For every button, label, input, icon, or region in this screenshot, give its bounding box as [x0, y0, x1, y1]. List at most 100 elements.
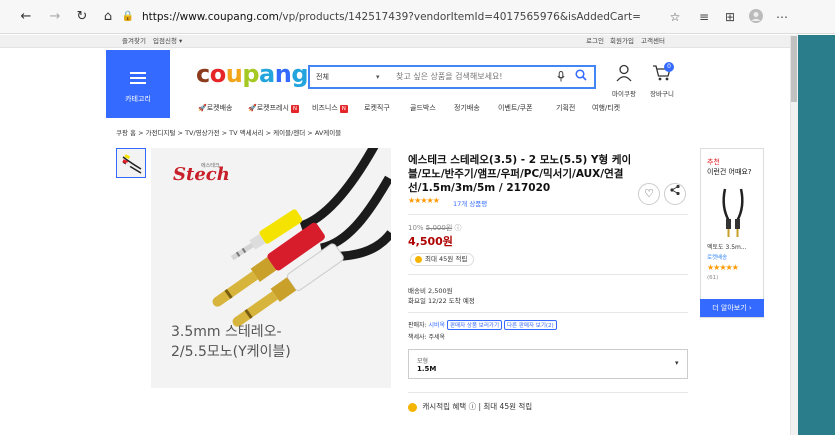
- divider: [408, 392, 688, 393]
- collections-icon[interactable]: ⊞: [722, 9, 738, 25]
- other-sellers-button[interactable]: 다른 판매자 보기(2): [503, 320, 557, 330]
- original-price: 5,000원: [425, 224, 453, 232]
- logo-letter: o: [209, 60, 227, 88]
- product-title: 에스테크 스테레오(3.5) - 2 모노(5.5) Y형 케이블/모노/반주기…: [408, 154, 632, 194]
- gnb-item[interactable]: 비즈니스 N: [312, 103, 348, 113]
- review-count-link[interactable]: 17개 상품평: [453, 198, 487, 208]
- gnb-item[interactable]: 이벤트/쿠폰: [498, 103, 533, 113]
- rec-review-count: (61): [707, 275, 719, 281]
- favorites-list-icon[interactable]: ≡: [696, 9, 712, 25]
- option-select[interactable]: 모형 1.5M ▾: [408, 349, 688, 379]
- scrollbar-thumb[interactable]: [791, 36, 797, 102]
- rec-product-name[interactable]: 엑토도 3.5m...: [707, 242, 747, 251]
- cart-button[interactable]: 장바구니: [642, 64, 682, 98]
- gnb-item-label: 이벤트/쿠폰: [498, 104, 533, 112]
- refresh-icon[interactable]: ↻: [74, 9, 90, 25]
- logo-letter: a: [259, 60, 275, 88]
- mycoupang-label: 마이쿠팡: [612, 90, 636, 98]
- rec-product-image[interactable]: [711, 187, 755, 239]
- gnb-item[interactable]: 기획전: [556, 103, 575, 113]
- user-icon: [604, 64, 644, 87]
- breadcrumb[interactable]: 쿠팡 홈 > 가전디지털 > TV/영상가전 > TV 액세서리 > 케이블/젠…: [116, 127, 341, 137]
- divider: [408, 214, 688, 215]
- logo-letter: n: [274, 60, 292, 88]
- divider: [408, 274, 688, 275]
- share-icon[interactable]: [664, 183, 686, 205]
- customer-center-link[interactable]: 고객센터: [641, 35, 665, 48]
- brand-sub: 에스테크: [201, 162, 220, 169]
- delivery-date: 화요일 12/22 도착 예정: [408, 297, 475, 305]
- microphone-icon[interactable]: [556, 71, 566, 83]
- gnb-item-label: 로켓프레시: [256, 104, 289, 112]
- seller-products-button[interactable]: 판매자 상품 보러가기: [447, 320, 503, 330]
- option-value: 1.5M: [417, 365, 437, 373]
- address-bar[interactable]: https://www.coupang.com/vp/products/1425…: [142, 6, 702, 28]
- info-icon[interactable]: ⓘ: [469, 402, 477, 411]
- cart-count-badge: 0: [664, 62, 674, 72]
- home-icon[interactable]: ⌂: [100, 9, 116, 25]
- url-host: https://www.coupang.com: [142, 11, 279, 23]
- category-button[interactable]: 카테고리: [106, 50, 170, 118]
- discount-rate: 10%: [408, 224, 424, 232]
- cart-label: 장바구니: [650, 90, 674, 98]
- signup-link[interactable]: 회원가입: [610, 35, 634, 48]
- more-menu-icon[interactable]: ⋯: [774, 9, 790, 25]
- gnb-item-label: 로켓배송: [206, 104, 233, 112]
- coin-icon: [408, 402, 417, 412]
- search-icon[interactable]: [574, 69, 588, 83]
- favorite-star-icon[interactable]: ☆: [667, 9, 683, 25]
- browser-toolbar: ← → ↻ ⌂ 🔒 https://www.coupang.com/vp/pro…: [0, 0, 835, 34]
- back-icon[interactable]: ←: [18, 9, 34, 25]
- rec-subtitle: 이런건 어때요?: [707, 168, 752, 176]
- new-badge: N: [290, 105, 299, 113]
- gnb-item-label: 기획전: [556, 104, 576, 112]
- chevron-down-icon: ▾: [675, 359, 679, 367]
- gnb-item-label: 정기배송: [454, 104, 480, 112]
- wishlist-heart-icon[interactable]: ♡: [638, 183, 660, 205]
- mycoupang-button[interactable]: 마이쿠팡: [604, 64, 644, 98]
- gnb-item[interactable]: 🚀로켓배송: [198, 103, 232, 113]
- forward-icon[interactable]: →: [47, 9, 63, 25]
- utility-bar: 즐겨찾기 입점신청 ▾ 로그인 회원가입 고객센터: [0, 35, 790, 48]
- gnb-item-label: 골드박스: [410, 104, 436, 112]
- coin-icon: [415, 255, 422, 263]
- cart-icon: [642, 64, 682, 87]
- rec-title: 추천: [707, 158, 720, 166]
- new-badge: N: [339, 105, 348, 113]
- profile-icon[interactable]: [748, 9, 764, 25]
- seller-name-link[interactable]: 시비옥: [429, 322, 446, 329]
- rocket-icon: 🚀: [248, 104, 257, 112]
- sale-price: 4,500원: [408, 235, 453, 248]
- gnb-item[interactable]: 로켓직구: [364, 103, 390, 113]
- info-icon[interactable]: ⓘ: [455, 224, 462, 232]
- gnb-item[interactable]: 골드박스: [410, 103, 436, 113]
- more-button[interactable]: 더 알아보기 ›: [700, 299, 764, 317]
- logo-letter: c: [196, 60, 210, 88]
- gnb-item-label: 로켓직구: [364, 104, 390, 112]
- rec-rating-stars: ★★★★★: [707, 263, 739, 272]
- rec-rocket-badge: 로켓배송: [707, 255, 728, 261]
- search-input[interactable]: [396, 67, 556, 87]
- logo-letter: g: [291, 60, 308, 88]
- gnb-item-label: 여행/티켓: [592, 104, 621, 112]
- seller-responsible: 책세사: 주세옥: [408, 334, 446, 341]
- chevron-down-icon[interactable]: ▾: [376, 67, 380, 87]
- seller-apply-link[interactable]: 입점신청 ▾: [153, 35, 182, 48]
- gnb-item[interactable]: 여행/티켓: [592, 103, 620, 113]
- category-label: 카테고리: [125, 95, 151, 103]
- gnb-item[interactable]: 정기배송: [454, 103, 480, 113]
- logo-letter: p: [242, 60, 260, 88]
- discount-line: 10% 5,000원 ⓘ: [408, 223, 462, 233]
- rating-stars: ★★★★★: [408, 196, 440, 205]
- recommendation-panel: 추천 이런건 어때요? 엑토도 3.5m... 로켓배송 ★★★★★ (61) …: [700, 148, 764, 318]
- coupang-logo[interactable]: coupang: [196, 60, 308, 88]
- login-link[interactable]: 로그인: [586, 35, 604, 48]
- logo-letter: u: [225, 60, 243, 88]
- lock-icon[interactable]: 🔒: [120, 9, 136, 25]
- cash-benefit: 캐시적립 혜택 ⓘ | 최대 45원 적립: [408, 401, 532, 412]
- bookmark-link[interactable]: 즐겨찾기: [122, 35, 146, 48]
- search-bar: 전체 ▾: [308, 65, 596, 89]
- product-thumbnail[interactable]: [116, 148, 146, 178]
- desktop-background: [798, 35, 835, 435]
- gnb-item[interactable]: 🚀로켓프레시 N: [248, 103, 299, 113]
